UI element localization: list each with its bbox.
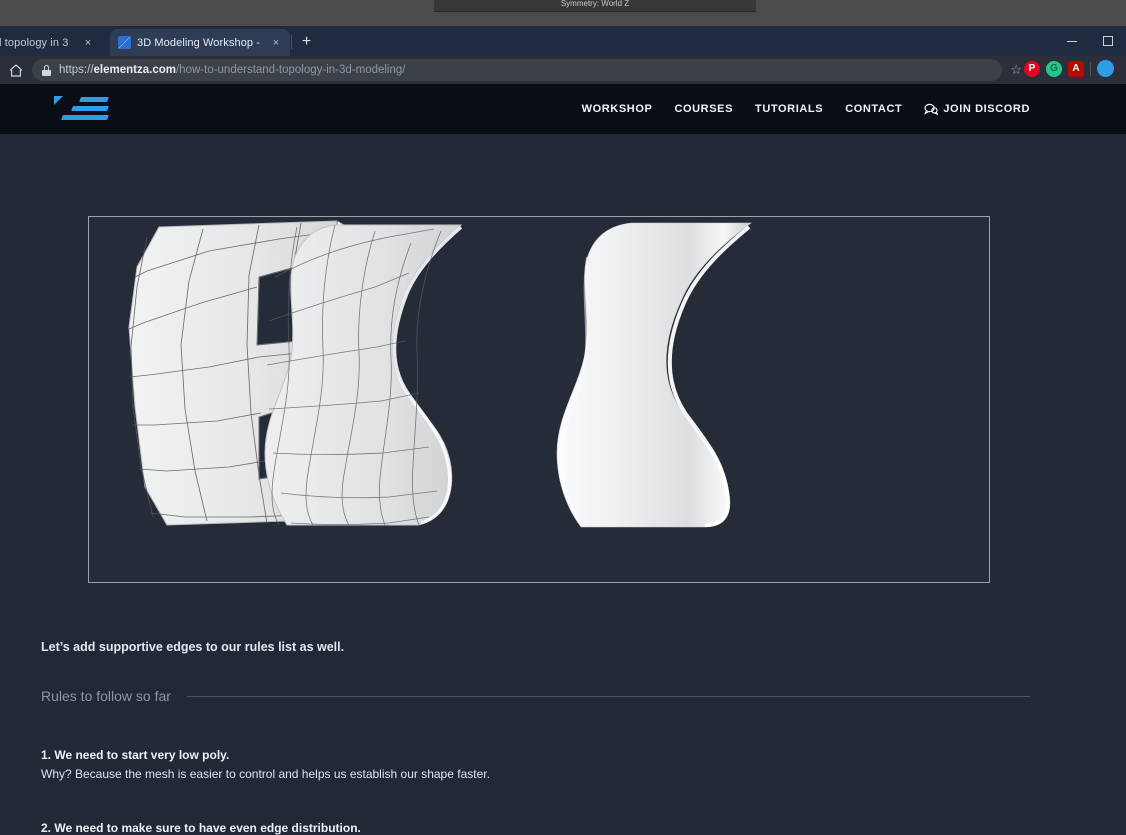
tab-separator <box>291 35 292 49</box>
logo-bar <box>61 115 109 120</box>
logo-bar <box>79 97 109 102</box>
model-smooth <box>556 222 752 528</box>
tab-close-icon[interactable]: × <box>82 37 94 49</box>
figure-viewport <box>89 217 989 582</box>
maximize-icon <box>1103 36 1113 46</box>
tab-strip: derstand topology in 3 × 3D Modeling Wor… <box>0 26 1126 56</box>
new-tab-button[interactable]: + <box>298 34 315 51</box>
tab-favicon-icon <box>118 36 131 49</box>
discord-icon <box>924 103 939 116</box>
nav-item-tutorials[interactable]: TUTORIALS <box>755 103 823 115</box>
lock-icon <box>42 64 51 76</box>
figure-caption: Let’s add supportive edges to our rules … <box>41 640 345 654</box>
nav-item-contact[interactable]: CONTACT <box>845 103 902 115</box>
rule-1-body: Why? Because the mesh is easier to contr… <box>41 767 490 781</box>
background-app-window: Symmetry: World Z <box>0 0 1126 28</box>
section-divider <box>186 695 1030 697</box>
home-button[interactable] <box>0 56 32 84</box>
section-title: Rules to follow so far <box>41 688 171 704</box>
logo-bar <box>71 106 109 111</box>
url-path: /how-to-understand-topology-in-3d-modeli… <box>175 64 406 76</box>
logo-triangle-icon <box>54 96 63 105</box>
nav-item-label: JOIN DISCORD <box>943 103 1030 115</box>
browser-toolbar: https://elementza.com/how-to-understand-… <box>0 56 1126 84</box>
site-header: WORKSHOP COURSES TUTORIALS CONTACT JOIN … <box>0 84 1126 134</box>
topology-figure <box>88 216 990 583</box>
article-page: Let’s add supportive edges to our rules … <box>0 134 1126 835</box>
browser-tab-1[interactable]: derstand topology in 3 × <box>0 29 102 56</box>
model-subdivided <box>264 224 463 526</box>
address-bar[interactable]: https://elementza.com/how-to-understand-… <box>32 59 1002 81</box>
elementza-logo[interactable] <box>54 95 109 123</box>
profile-avatar[interactable] <box>1097 60 1114 77</box>
rule-1-title: 1. We need to start very low poly. <box>41 748 230 762</box>
toolbar-separator <box>1090 61 1091 76</box>
nav-item-join-discord[interactable]: JOIN DISCORD <box>924 103 1030 116</box>
tab-close-icon[interactable]: × <box>270 37 282 49</box>
extensions-area: P G A <box>1024 60 1114 77</box>
three-models-illustration <box>128 220 752 528</box>
nav-item-workshop[interactable]: WORKSHOP <box>582 103 653 115</box>
home-icon <box>9 64 23 77</box>
window-controls <box>1054 26 1126 56</box>
tab-title: derstand topology in 3 <box>0 36 69 49</box>
url-host: elementza.com <box>93 64 176 76</box>
minimize-button[interactable] <box>1054 26 1090 56</box>
nav-item-courses[interactable]: COURSES <box>674 103 733 115</box>
browser-window: derstand topology in 3 × 3D Modeling Wor… <box>0 26 1126 835</box>
bookmark-star-icon[interactable]: ☆ <box>1010 62 1022 78</box>
url-text: https://elementza.com/how-to-understand-… <box>59 64 405 76</box>
minimize-icon <box>1067 40 1077 42</box>
grammarly-extension-icon[interactable]: G <box>1046 60 1062 77</box>
browser-tab-2[interactable]: 3D Modeling Workshop - Eleme × <box>110 29 290 56</box>
tab-title: 3D Modeling Workshop - Eleme <box>137 36 264 49</box>
rules-section-heading: Rules to follow so far <box>41 686 1030 706</box>
url-scheme: https:// <box>59 64 94 76</box>
main-navigation: WORKSHOP COURSES TUTORIALS CONTACT JOIN … <box>582 84 1030 134</box>
maximize-button[interactable] <box>1090 26 1126 56</box>
acrobat-extension-icon[interactable]: A <box>1068 60 1084 77</box>
background-app-status-label: Symmetry: World Z <box>560 0 630 8</box>
rule-2-title: 2. We need to make sure to have even edg… <box>41 821 361 835</box>
pinterest-extension-icon[interactable]: P <box>1024 60 1040 77</box>
